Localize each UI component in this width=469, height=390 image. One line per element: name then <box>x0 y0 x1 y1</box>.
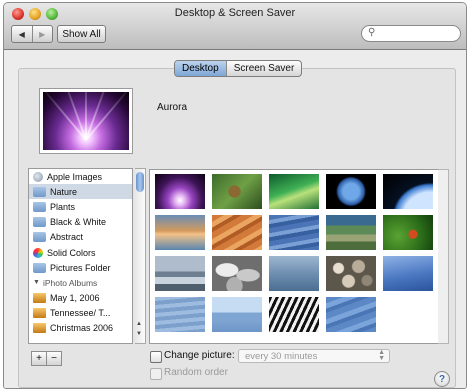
wallpaper-thumbnail[interactable] <box>383 256 433 291</box>
picture-source-list: Apple Images Nature Plants Black & White… <box>28 168 133 344</box>
current-picture-name: Aurora <box>157 102 188 113</box>
remove-source-button[interactable]: − <box>46 351 62 366</box>
wallpaper-thumbnail[interactable] <box>269 215 319 250</box>
folder-icon <box>33 217 46 228</box>
popup-arrows-icon: ▲ ▼ <box>378 349 385 362</box>
picture-grid-scrollbar[interactable] <box>438 169 449 344</box>
back-button[interactable]: ◀ <box>12 26 32 42</box>
source-item-nature[interactable]: Nature <box>29 184 132 200</box>
window-title: Desktop & Screen Saver <box>174 7 296 19</box>
source-item-solid-colors[interactable]: Solid Colors <box>29 245 132 260</box>
wallpaper-thumbnail[interactable] <box>212 256 262 291</box>
tab-desktop[interactable]: Desktop <box>175 61 226 76</box>
help-button[interactable]: ? <box>434 371 450 387</box>
album-icon <box>33 308 46 319</box>
change-interval-popup[interactable]: every 30 minutes ▲ ▼ <box>238 349 390 363</box>
wallpaper-thumbnail[interactable] <box>155 215 205 250</box>
source-item-plants[interactable]: Plants <box>29 199 132 214</box>
wallpaper-thumbnail[interactable] <box>212 174 262 209</box>
show-all-button[interactable]: Show All <box>57 25 106 43</box>
search-icon: ⚲ <box>368 27 376 38</box>
back-forward-control: ◀ ▶ <box>11 25 53 43</box>
source-item-pictures-folder[interactable]: Pictures Folder <box>29 260 132 275</box>
random-order-checkbox[interactable] <box>150 368 162 380</box>
source-list-scrollbar[interactable]: ▲ ▼ <box>135 168 146 344</box>
source-item-label: Apple Images <box>47 171 103 182</box>
source-item-label: Plants <box>50 201 76 212</box>
source-item-label: Abstract <box>50 232 84 243</box>
source-item-label: Solid Colors <box>47 247 96 258</box>
folder-icon <box>33 262 46 273</box>
iphoto-albums-section[interactable]: ▼ iPhoto Albums <box>29 275 132 290</box>
folder-icon <box>33 232 46 243</box>
tab-screen-saver[interactable]: Screen Saver <box>225 61 302 76</box>
album-item-label: May 1, 2006 <box>50 293 100 304</box>
preferences-content: Desktop Screen Saver Aurora Apple Images <box>4 50 466 388</box>
preferences-window: Desktop & Screen Saver ◀ ▶ Show All ⚲ De… <box>3 2 467 389</box>
tab-bar: Desktop Screen Saver <box>174 60 303 77</box>
source-item-label: Black & White <box>50 217 107 228</box>
wallpaper-thumbnail[interactable] <box>326 297 376 332</box>
scrollbar-thumb[interactable] <box>136 172 144 192</box>
album-item-label: Tennessee/ T... <box>50 308 111 319</box>
aurora-ray <box>85 92 129 141</box>
color-wheel-icon <box>33 247 43 258</box>
random-order-label: Random order <box>164 367 228 378</box>
change-interval-value: every 30 minutes <box>245 350 318 362</box>
source-item-apple-images[interactable]: Apple Images <box>29 169 132 184</box>
wallpaper-thumbnail[interactable] <box>326 256 376 291</box>
desktop-panel: Aurora Apple Images Nature Plants Black … <box>18 68 456 388</box>
album-item-may-1-2006[interactable]: May 1, 2006 <box>29 291 132 306</box>
current-picture-preview <box>40 89 132 153</box>
album-item-christmas-2006[interactable]: Christmas 2006 <box>29 321 132 336</box>
section-label: iPhoto Albums <box>42 277 98 288</box>
source-item-abstract[interactable]: Abstract <box>29 230 132 245</box>
add-source-button[interactable]: + <box>31 351 47 366</box>
wallpaper-thumbnail[interactable] <box>212 297 262 332</box>
wallpaper-thumbnail[interactable] <box>155 297 205 332</box>
wallpaper-thumbnail[interactable] <box>326 215 376 250</box>
disclosure-triangle-icon[interactable]: ▼ <box>33 279 40 286</box>
wallpaper-thumbnail[interactable] <box>155 256 205 291</box>
album-icon <box>33 323 46 334</box>
search-field[interactable]: ⚲ <box>361 25 461 42</box>
wallpaper-thumbnail[interactable] <box>269 174 319 209</box>
source-item-label: Pictures Folder <box>50 262 111 273</box>
album-item-tennessee[interactable]: Tennessee/ T... <box>29 306 132 321</box>
change-picture-label: Change picture: <box>164 350 235 361</box>
album-icon <box>33 293 46 304</box>
wallpaper-thumbnail[interactable] <box>383 215 433 250</box>
album-item-label: Christmas 2006 <box>50 323 114 334</box>
folder-icon <box>33 201 46 212</box>
wallpaper-thumbnail[interactable] <box>155 174 205 209</box>
wallpaper-thumbnail[interactable] <box>269 297 319 332</box>
title-bar: Desktop & Screen Saver ◀ ▶ Show All ⚲ <box>4 3 466 50</box>
apple-icon <box>33 171 43 182</box>
folder-icon <box>33 186 46 197</box>
source-item-black-white[interactable]: Black & White <box>29 215 132 230</box>
wallpaper-thumbnail[interactable] <box>269 256 319 291</box>
change-picture-checkbox[interactable] <box>150 351 162 363</box>
picture-grid <box>149 169 439 344</box>
wallpaper-thumbnail[interactable] <box>326 174 376 209</box>
wallpaper-thumbnail[interactable] <box>383 174 433 209</box>
aurora-ray <box>43 92 87 141</box>
wallpaper-thumbnail[interactable] <box>212 215 262 250</box>
scroll-down-arrow-icon[interactable]: ▼ <box>136 331 142 337</box>
forward-button[interactable]: ▶ <box>31 26 53 42</box>
scroll-up-arrow-icon[interactable]: ▲ <box>136 321 142 327</box>
source-item-label: Nature <box>50 186 78 197</box>
